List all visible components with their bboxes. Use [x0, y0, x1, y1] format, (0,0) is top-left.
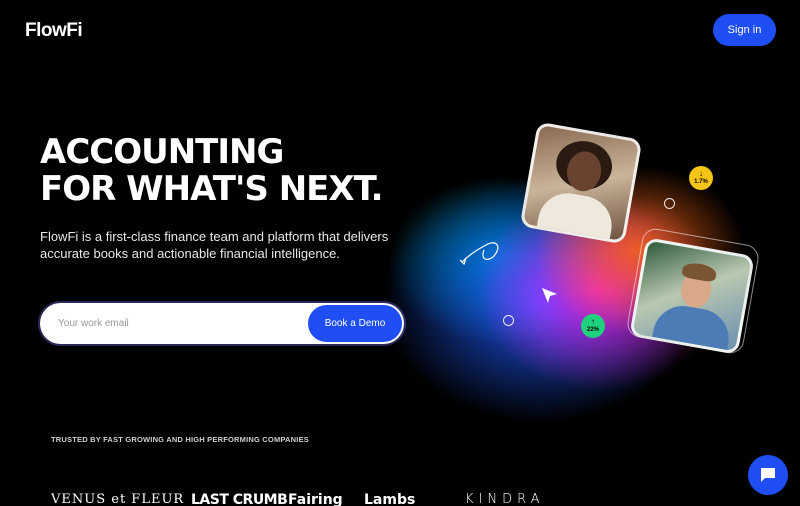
- arrow-up-icon: ↑: [591, 317, 595, 326]
- swoosh-arrow-icon: [459, 242, 499, 266]
- book-demo-button[interactable]: Book a Demo: [308, 305, 402, 342]
- man-portrait-photo: [629, 237, 755, 355]
- flowfi-logo[interactable]: FlowFi: [25, 20, 83, 42]
- growth-badge-value: 22%: [586, 327, 599, 333]
- chat-bubble-icon: [761, 468, 775, 482]
- customer-logos: VENUS et FLEUR LAST CRUMB Fairing Lambs …: [51, 492, 571, 506]
- decline-badge: ↓ 1.7%: [689, 166, 713, 190]
- sign-in-button[interactable]: Sign in: [713, 14, 776, 46]
- chat-widget-button[interactable]: [748, 455, 788, 495]
- decline-badge-value: 1.7%: [694, 179, 708, 185]
- ring-dot-icon: [503, 315, 514, 326]
- demo-form: Book a Demo: [40, 303, 404, 344]
- ring-dot-icon: [664, 198, 675, 209]
- brand-logo-last-crumb: LAST CRUMB: [191, 492, 288, 506]
- brand-logo-fairing: Fairing: [288, 492, 343, 506]
- hero-subtitle: FlowFi is a first-class finance team and…: [40, 229, 389, 261]
- arrow-down-icon: ↓: [699, 169, 703, 178]
- cursor-pointer-icon: [542, 288, 557, 303]
- trusted-by-label: TRUSTED BY FAST GROWING AND HIGH PERFORM…: [51, 435, 309, 444]
- work-email-input[interactable]: [58, 303, 298, 344]
- woman-portrait-photo: [519, 121, 643, 245]
- growth-badge: ↑ 22%: [581, 314, 605, 338]
- headline-line-2: FOR WHAT'S NEXT.: [40, 169, 384, 209]
- brand-logo-venus-et-fleur: VENUS et FLEUR: [51, 492, 185, 506]
- brand-logo-lambs: Lambs: [364, 492, 416, 506]
- hero-headline: ACCOUNTING FOR WHAT'S NEXT.: [40, 132, 384, 209]
- headline-line-1: ACCOUNTING: [40, 132, 284, 172]
- brand-logo-kindra: KINDRA: [465, 492, 545, 506]
